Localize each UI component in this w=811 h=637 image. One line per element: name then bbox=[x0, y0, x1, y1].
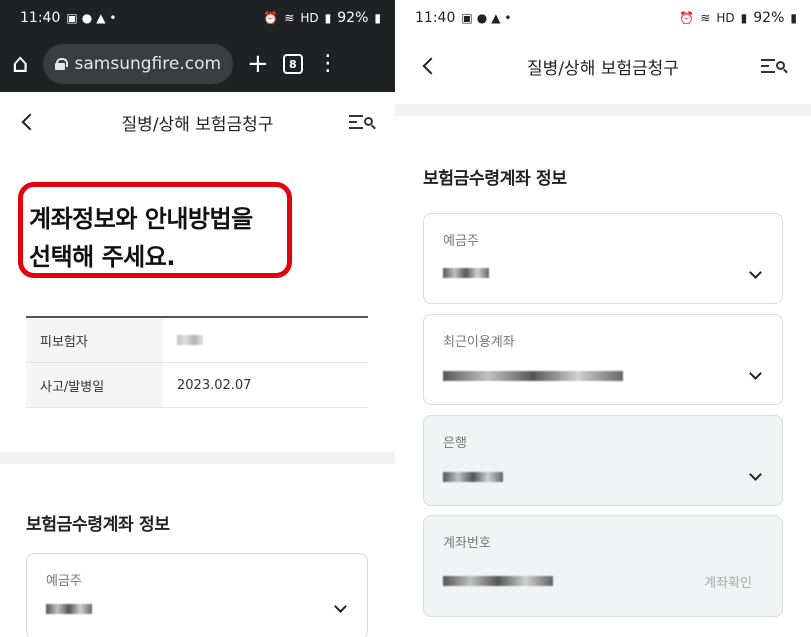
headline-line-1: 계좌정보와 안내방법을 bbox=[29, 205, 253, 233]
field-value-redacted bbox=[443, 468, 503, 486]
headline-line-2: 선택해 주세요. bbox=[29, 243, 175, 271]
app-header: 질병/상해 보험금청구 bbox=[0, 92, 395, 152]
field-value-redacted bbox=[46, 600, 92, 618]
lock-icon bbox=[54, 58, 68, 70]
wifi-icon: ≋ bbox=[284, 11, 295, 25]
network-icon: HD bbox=[716, 11, 735, 25]
notification-icons: ▣ ● ▲ • bbox=[461, 11, 511, 25]
recent-account-select[interactable]: 최근이용계좌 bbox=[423, 314, 783, 405]
insured-value-redacted bbox=[163, 318, 368, 362]
page-title: 질병/상해 보험금청구 bbox=[121, 114, 274, 135]
claim-info-table: 피보험자 사고/발병일 2023.02.07 bbox=[26, 316, 368, 408]
field-value-redacted bbox=[443, 264, 489, 282]
back-arrow-icon[interactable] bbox=[422, 57, 440, 75]
field-label: 은행 bbox=[443, 436, 467, 451]
network-icon: HD bbox=[300, 11, 319, 25]
url-bar[interactable]: samsungfire.com bbox=[42, 44, 234, 84]
dot-icon: • bbox=[109, 11, 117, 25]
table-row: 사고/발병일 2023.02.07 bbox=[26, 363, 368, 408]
menu-search-icon[interactable] bbox=[761, 57, 785, 75]
field-label: 예금주 bbox=[443, 234, 479, 249]
signal-icon: ▮ bbox=[324, 11, 332, 25]
field-label: 계좌번호 bbox=[443, 536, 491, 551]
section-divider bbox=[395, 104, 811, 116]
status-bar: 11:40 ▣ ● ▲ • ⏰ ≋ HD ▮ 92% ▮ bbox=[395, 0, 811, 36]
battery-percent: 92% bbox=[337, 10, 369, 26]
status-time: 11:40 bbox=[415, 10, 456, 26]
field-value-redacted bbox=[443, 367, 623, 385]
status-time: 11:40 bbox=[20, 10, 61, 26]
section-title: 보험금수령계좌 정보 bbox=[26, 515, 170, 535]
chevron-down-icon bbox=[749, 468, 762, 481]
wifi-icon: ≋ bbox=[700, 11, 711, 25]
chevron-down-icon bbox=[749, 266, 762, 279]
bank-select[interactable]: 은행 bbox=[423, 415, 783, 506]
account-number-field[interactable]: 계좌번호 계좌확인 bbox=[423, 515, 783, 617]
account-verify-button[interactable]: 계좌확인 bbox=[704, 572, 752, 591]
app-header: 질병/상해 보험금청구 bbox=[395, 36, 811, 96]
account-holder-select[interactable]: 예금주 bbox=[26, 553, 368, 637]
cloud-icon: ▲ bbox=[491, 11, 501, 25]
page-title: 질병/상해 보험금청구 bbox=[527, 58, 679, 79]
chat-icon: ● bbox=[81, 11, 93, 25]
headline-highlight-box: 계좌정보와 안내방법을 선택해 주세요. bbox=[18, 182, 292, 278]
home-icon[interactable]: ⌂ bbox=[12, 51, 29, 77]
status-bar: 11:40 ▣ ● ▲ • ⏰ ≋ HD ▮ 92% ▮ bbox=[0, 0, 395, 36]
dot-icon: • bbox=[504, 11, 512, 25]
field-value-redacted bbox=[443, 572, 553, 590]
field-label: 최근이용계좌 bbox=[443, 335, 515, 350]
field-label: 예금주 bbox=[46, 574, 82, 589]
battery-percent: 92% bbox=[753, 10, 785, 26]
back-arrow-icon[interactable] bbox=[21, 113, 39, 131]
alarm-icon: ⏰ bbox=[679, 11, 695, 25]
signal-icon: ▮ bbox=[740, 11, 748, 25]
chevron-down-icon bbox=[749, 367, 762, 380]
tab-switcher-button[interactable]: 8 bbox=[282, 54, 303, 74]
chevron-down-icon bbox=[334, 600, 347, 613]
alarm-icon: ⏰ bbox=[263, 11, 279, 25]
url-text: samsungfire.com bbox=[74, 54, 222, 74]
account-holder-select[interactable]: 예금주 bbox=[423, 213, 783, 304]
section-divider bbox=[0, 452, 395, 464]
battery-icon: ▮ bbox=[790, 11, 797, 25]
gallery-icon: ▣ bbox=[66, 11, 78, 25]
browser-toolbar: ⌂ samsungfire.com + 8 ⋮ bbox=[0, 36, 395, 92]
table-row: 피보험자 bbox=[26, 318, 368, 363]
accident-date-label: 사고/발병일 bbox=[26, 363, 163, 407]
menu-search-icon[interactable] bbox=[349, 113, 373, 131]
new-tab-plus-icon[interactable]: + bbox=[247, 51, 269, 77]
insured-label: 피보험자 bbox=[26, 318, 163, 362]
chat-icon: ● bbox=[476, 11, 488, 25]
gallery-icon: ▣ bbox=[461, 11, 473, 25]
accident-date-value: 2023.02.07 bbox=[177, 377, 252, 393]
notification-icons: ▣ ● ▲ • bbox=[66, 11, 116, 25]
left-screenshot: 11:40 ▣ ● ▲ • ⏰ ≋ HD ▮ 92% ▮ ⌂ samsungfi… bbox=[0, 0, 395, 637]
section-title: 보험금수령계좌 정보 bbox=[423, 169, 567, 189]
right-screenshot: 11:40 ▣ ● ▲ • ⏰ ≋ HD ▮ 92% ▮ 질병/상해 보험금청구… bbox=[395, 0, 811, 637]
cloud-icon: ▲ bbox=[96, 11, 106, 25]
battery-icon: ▮ bbox=[374, 11, 381, 25]
more-menu-icon[interactable]: ⋮ bbox=[317, 53, 339, 75]
